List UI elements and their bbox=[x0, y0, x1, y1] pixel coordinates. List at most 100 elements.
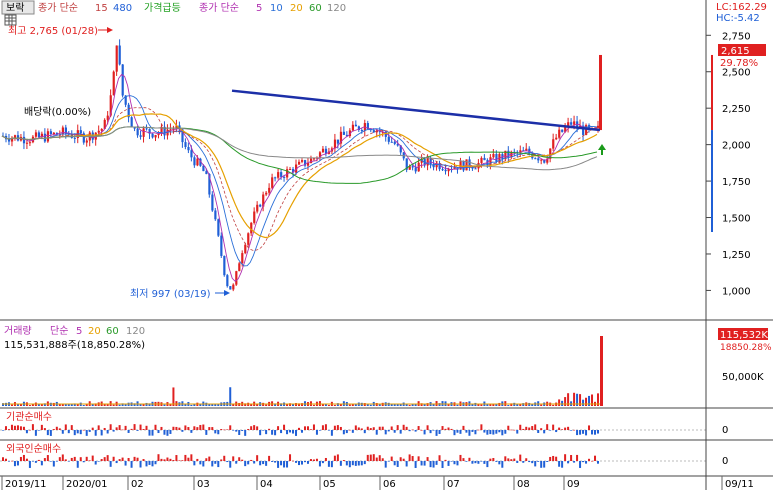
candle-body bbox=[202, 165, 205, 172]
flow-bar bbox=[540, 461, 543, 468]
flow-bar bbox=[103, 457, 106, 461]
flow-bar bbox=[10, 424, 13, 430]
volume-bar bbox=[139, 404, 142, 406]
flow-bar bbox=[118, 425, 121, 430]
flow-bar bbox=[115, 427, 118, 430]
flow-bar bbox=[289, 430, 292, 433]
flow-bar bbox=[223, 429, 226, 431]
flow-bar bbox=[16, 461, 19, 466]
volume-bar bbox=[519, 404, 522, 406]
flow-bar bbox=[124, 461, 127, 466]
flow-bar bbox=[190, 454, 193, 461]
volume-bar bbox=[172, 387, 175, 406]
candle-body bbox=[390, 141, 393, 143]
flow-bar bbox=[309, 429, 312, 430]
volume-bar bbox=[405, 404, 408, 406]
candle-body bbox=[540, 159, 543, 161]
flow-bar bbox=[396, 461, 399, 467]
flow-bar bbox=[591, 430, 594, 435]
chart-background bbox=[0, 0, 773, 490]
flow-bar bbox=[354, 425, 357, 430]
volume-title: 거래량 bbox=[4, 325, 32, 337]
flow-bar bbox=[118, 459, 121, 461]
flow-bar bbox=[441, 461, 444, 468]
candle-body bbox=[306, 163, 310, 166]
candle-body bbox=[465, 159, 468, 171]
flow-bar bbox=[43, 428, 46, 430]
flow-bar bbox=[459, 454, 462, 461]
flow-bar bbox=[277, 426, 280, 430]
candle-body bbox=[73, 137, 76, 139]
flow-bar bbox=[516, 461, 519, 463]
flow-bar bbox=[262, 461, 265, 465]
flow-bar bbox=[393, 461, 396, 466]
flow-bar bbox=[489, 458, 492, 461]
flow-bar bbox=[58, 457, 61, 461]
volume-bar bbox=[295, 403, 298, 406]
flow-bar bbox=[588, 458, 591, 461]
flow-bar bbox=[369, 428, 372, 430]
flow-bar bbox=[348, 461, 351, 468]
flow-bar bbox=[528, 427, 531, 430]
flow-bar bbox=[483, 461, 486, 464]
stock-chart[interactable]: 보락 종가 단순 15 480 가격급등 종가 단순 5 10 20 60 12… bbox=[0, 0, 773, 490]
flow-bar bbox=[241, 459, 244, 461]
flow-bar bbox=[471, 461, 474, 464]
flow-bar bbox=[172, 459, 175, 461]
flow-bar bbox=[351, 461, 354, 466]
flow-bar bbox=[528, 461, 531, 463]
flow-bar bbox=[366, 454, 369, 461]
candle-body bbox=[351, 124, 355, 131]
flow-bar bbox=[564, 454, 567, 461]
flow-bar bbox=[375, 430, 378, 435]
flow-bar bbox=[13, 425, 16, 430]
flow-bar bbox=[253, 425, 256, 430]
candle-body bbox=[28, 142, 32, 144]
flow-bar bbox=[226, 429, 229, 431]
flow-bar bbox=[453, 461, 456, 465]
candle-body bbox=[13, 135, 17, 138]
flow-bar bbox=[217, 461, 220, 468]
candle-body bbox=[106, 115, 109, 120]
grid-toggle-icon[interactable] bbox=[4, 14, 17, 26]
vol-ma-60: 60 bbox=[106, 326, 119, 337]
flow-bar bbox=[567, 461, 570, 464]
flow-bar bbox=[339, 461, 342, 466]
flow-bar bbox=[438, 430, 441, 434]
flow-bar bbox=[73, 456, 76, 461]
flow-bar bbox=[597, 461, 599, 464]
flow-bar bbox=[423, 461, 426, 466]
flow-bar bbox=[408, 454, 411, 461]
candle-body bbox=[321, 148, 325, 153]
ma-5: 5 bbox=[256, 3, 262, 14]
vol-ma-5: 5 bbox=[76, 326, 82, 337]
flow-bar bbox=[40, 424, 43, 430]
flow-bar bbox=[537, 430, 540, 434]
flow-bar bbox=[333, 455, 336, 461]
x-tick-label: 2020/01 bbox=[66, 479, 108, 490]
flow-bar bbox=[426, 425, 429, 430]
flow-bar bbox=[88, 430, 91, 432]
flow-bar bbox=[34, 461, 37, 463]
flow-bar bbox=[597, 430, 599, 434]
flow-bar bbox=[555, 456, 558, 461]
flow-bar bbox=[321, 425, 324, 430]
flow-bar bbox=[453, 430, 456, 436]
volume-bar bbox=[369, 404, 372, 406]
candle-body bbox=[241, 253, 244, 264]
flow-bar bbox=[157, 430, 160, 434]
flow-bar bbox=[244, 430, 247, 436]
flow-bar bbox=[312, 424, 315, 430]
flow-bar bbox=[214, 461, 217, 464]
flow-bar bbox=[76, 461, 79, 468]
candle-body bbox=[100, 128, 103, 131]
flow-bar bbox=[46, 455, 49, 461]
flow-bar bbox=[202, 424, 205, 430]
flow-bar bbox=[271, 430, 274, 435]
y-tick-label: 1,750 bbox=[722, 177, 751, 188]
candle-body bbox=[552, 139, 555, 149]
flow-bar bbox=[420, 429, 423, 431]
volume-bar bbox=[229, 387, 232, 406]
flow-bar bbox=[145, 425, 148, 430]
flow-bar bbox=[16, 425, 19, 430]
